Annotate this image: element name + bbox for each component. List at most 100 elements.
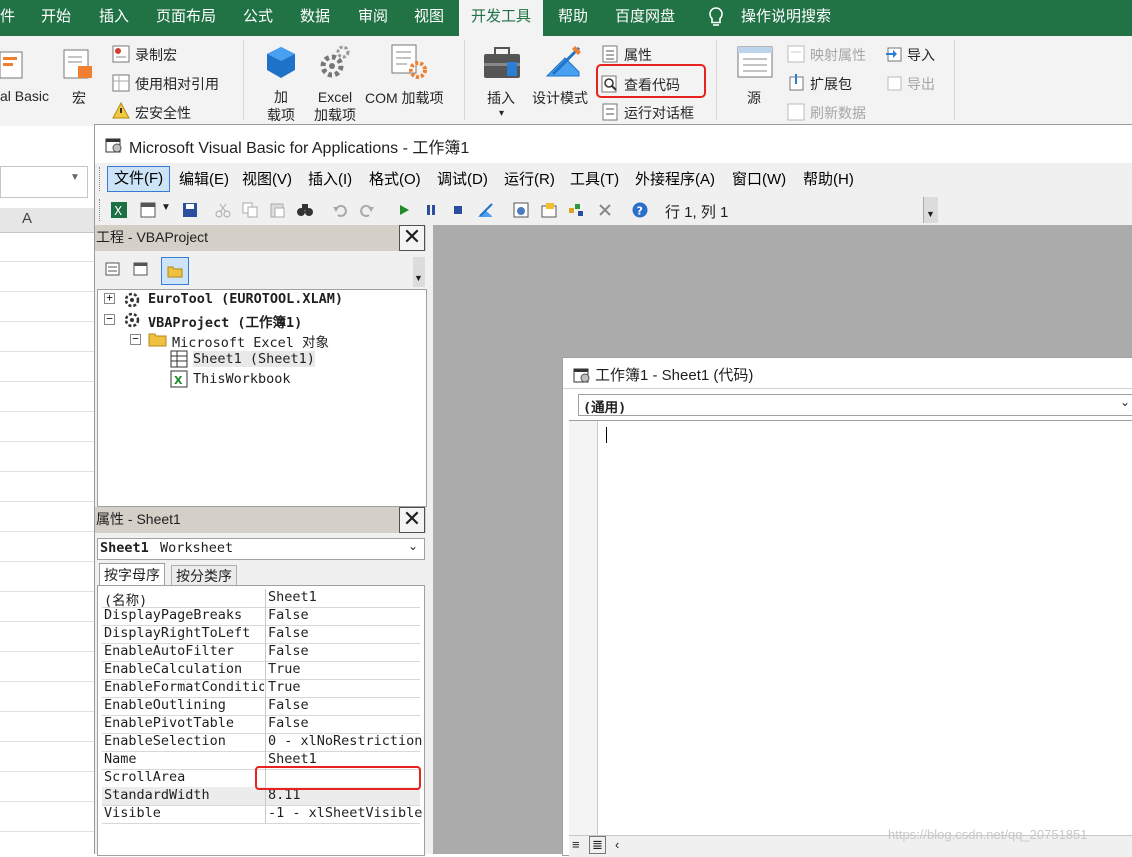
tab-data[interactable]: 数据	[300, 0, 330, 36]
cut-icon[interactable]	[215, 202, 231, 218]
tab-baidu-netdisk[interactable]: 百度网盘	[615, 0, 675, 36]
tree-item-thisworkbook[interactable]: ThisWorkbook	[193, 371, 291, 387]
relative-reference-button[interactable]: 使用相对引用	[135, 74, 219, 94]
visual-basic-button[interactable]: al Basic	[0, 88, 49, 104]
view-object-icon[interactable]	[133, 261, 149, 277]
menu-insert[interactable]: 插入(I)	[308, 169, 352, 191]
find-icon[interactable]	[297, 202, 313, 218]
map-properties-button[interactable]: 映射属性	[810, 45, 866, 65]
properties-window-icon[interactable]	[541, 202, 557, 218]
view-code-icon[interactable]	[105, 261, 121, 277]
view-excel-icon[interactable]: X	[111, 202, 127, 218]
break-icon[interactable]	[423, 202, 439, 218]
tab-home[interactable]: 开始	[41, 0, 71, 36]
tab-view[interactable]: 视图	[414, 0, 444, 36]
full-module-view-icon[interactable]: ≣	[589, 836, 606, 854]
collapse-icon[interactable]: −	[104, 313, 115, 325]
property-row[interactable]: EnableCalculation True	[102, 661, 420, 680]
code-editor-area[interactable]: ≡ ≣ ‹	[569, 420, 1132, 857]
tree-item-excel-objects[interactable]: Microsoft Excel 对象	[172, 331, 329, 351]
tree-item-vbaproject[interactable]: VBAProject (工作簿1)	[148, 311, 302, 331]
property-row[interactable]: EnableOutlining False	[102, 697, 420, 716]
menu-view[interactable]: 视图(V)	[242, 169, 292, 191]
panel-toolbar-overflow[interactable]: ▼	[413, 257, 425, 287]
name-box[interactable]: ▼	[0, 166, 88, 198]
tab-help[interactable]: 帮助	[558, 0, 588, 36]
run-icon[interactable]	[396, 202, 412, 218]
tab-insert[interactable]: 插入	[99, 0, 129, 36]
xml-source-button[interactable]: 源	[747, 88, 761, 108]
properties-button[interactable]: 属性	[624, 45, 652, 65]
redo-icon[interactable]	[359, 202, 375, 218]
macros-button[interactable]: 宏	[72, 88, 86, 108]
margin-indicator-bar[interactable]	[569, 421, 598, 836]
toggle-folders-button[interactable]	[161, 257, 189, 285]
collapse-icon[interactable]: −	[130, 333, 141, 345]
tab-categorized[interactable]: 按分类序	[171, 565, 237, 587]
tab-alphabetic[interactable]: 按字母序	[99, 563, 165, 586]
object-selector-dropdown[interactable]: Sheet1 Worksheet ⌄	[97, 538, 425, 560]
save-icon[interactable]	[182, 202, 198, 218]
expansion-packs-button[interactable]: 扩展包	[810, 74, 852, 94]
tab-page-layout[interactable]: 页面布局	[156, 0, 216, 36]
property-row[interactable]: DisplayPageBreaks False	[102, 607, 420, 626]
menu-file[interactable]: 文件(F)	[107, 166, 171, 192]
object-dropdown[interactable]: (通用) ⌄	[578, 394, 1132, 416]
object-browser-icon[interactable]	[568, 202, 584, 218]
procedure-view-icon[interactable]: ≡	[572, 837, 580, 852]
worksheet-grid[interactable]	[0, 232, 95, 853]
reset-icon[interactable]	[450, 202, 466, 218]
close-icon[interactable]: ✕	[399, 225, 425, 251]
tab-formulas[interactable]: 公式	[243, 0, 273, 36]
tab-review[interactable]: 审阅	[358, 0, 388, 36]
property-row[interactable]: DisplayRightToLeft False	[102, 625, 420, 644]
menu-addins[interactable]: 外接程序(A)	[635, 169, 715, 191]
project-explorer-icon[interactable]	[513, 202, 529, 218]
property-row[interactable]: Visible -1 - xlSheetVisible	[102, 805, 422, 824]
property-row[interactable]: (名称) Sheet1	[102, 589, 420, 609]
paste-icon[interactable]	[269, 202, 285, 218]
tree-item-sheet1[interactable]: Sheet1 (Sheet1)	[193, 351, 315, 367]
column-header-a[interactable]: A	[22, 210, 32, 227]
chevron-down-icon[interactable]: ▼	[161, 202, 171, 213]
menu-help[interactable]: 帮助(H)	[803, 169, 854, 191]
scroll-left-icon[interactable]: ‹	[615, 837, 619, 852]
macro-security-button[interactable]: 宏安全性	[135, 103, 191, 123]
toolbar-grip[interactable]	[99, 199, 103, 221]
close-icon[interactable]: ✕	[399, 507, 425, 533]
design-mode-button[interactable]: 设计模式	[532, 88, 588, 108]
menubar-grip[interactable]	[99, 167, 103, 191]
export-button[interactable]: 导出	[907, 74, 935, 94]
record-macro-button[interactable]: 录制宏	[135, 45, 177, 65]
menu-debug[interactable]: 调试(D)	[437, 169, 488, 191]
excel-addins-button[interactable]: Excel 加载项	[312, 88, 358, 124]
menu-format[interactable]: 格式(O)	[369, 169, 421, 191]
tab-file[interactable]: 件	[0, 0, 15, 36]
copy-icon[interactable]	[242, 202, 258, 218]
property-row[interactable]: EnableFormatConditio True	[102, 679, 420, 698]
addins-button[interactable]: 加 载项	[266, 88, 296, 124]
property-row[interactable]: EnableSelection 0 - xlNoRestriction	[102, 733, 422, 752]
tell-me-search[interactable]: 操作说明搜索	[741, 0, 831, 36]
help-icon[interactable]: ?	[632, 202, 648, 218]
refresh-data-button[interactable]: 刷新数据	[810, 103, 866, 123]
property-name: Visible	[104, 805, 161, 821]
import-button[interactable]: 导入	[907, 45, 935, 65]
design-mode-icon[interactable]	[477, 202, 493, 218]
menu-tools[interactable]: 工具(T)	[570, 169, 619, 191]
expand-icon[interactable]: +	[104, 292, 115, 304]
toolbar-overflow[interactable]: ▼	[923, 197, 938, 223]
toolbox-icon[interactable]	[597, 202, 613, 218]
menu-run[interactable]: 运行(R)	[504, 169, 555, 191]
undo-icon[interactable]	[332, 202, 348, 218]
insert-control-button[interactable]: 插入	[487, 88, 515, 108]
property-row[interactable]: EnableAutoFilter False	[102, 643, 420, 662]
insert-userform-icon[interactable]	[140, 202, 156, 218]
tab-developer[interactable]: 开发工具	[459, 0, 544, 36]
property-row[interactable]: EnablePivotTable False	[102, 715, 420, 734]
run-dialog-button[interactable]: 运行对话框	[624, 103, 694, 123]
menu-window[interactable]: 窗口(W)	[732, 169, 786, 191]
menu-edit[interactable]: 编辑(E)	[179, 169, 229, 191]
tree-item-eurotool[interactable]: EuroTool (EUROTOOL.XLAM)	[148, 291, 343, 307]
com-addins-button[interactable]: COM 加载项	[365, 88, 444, 108]
